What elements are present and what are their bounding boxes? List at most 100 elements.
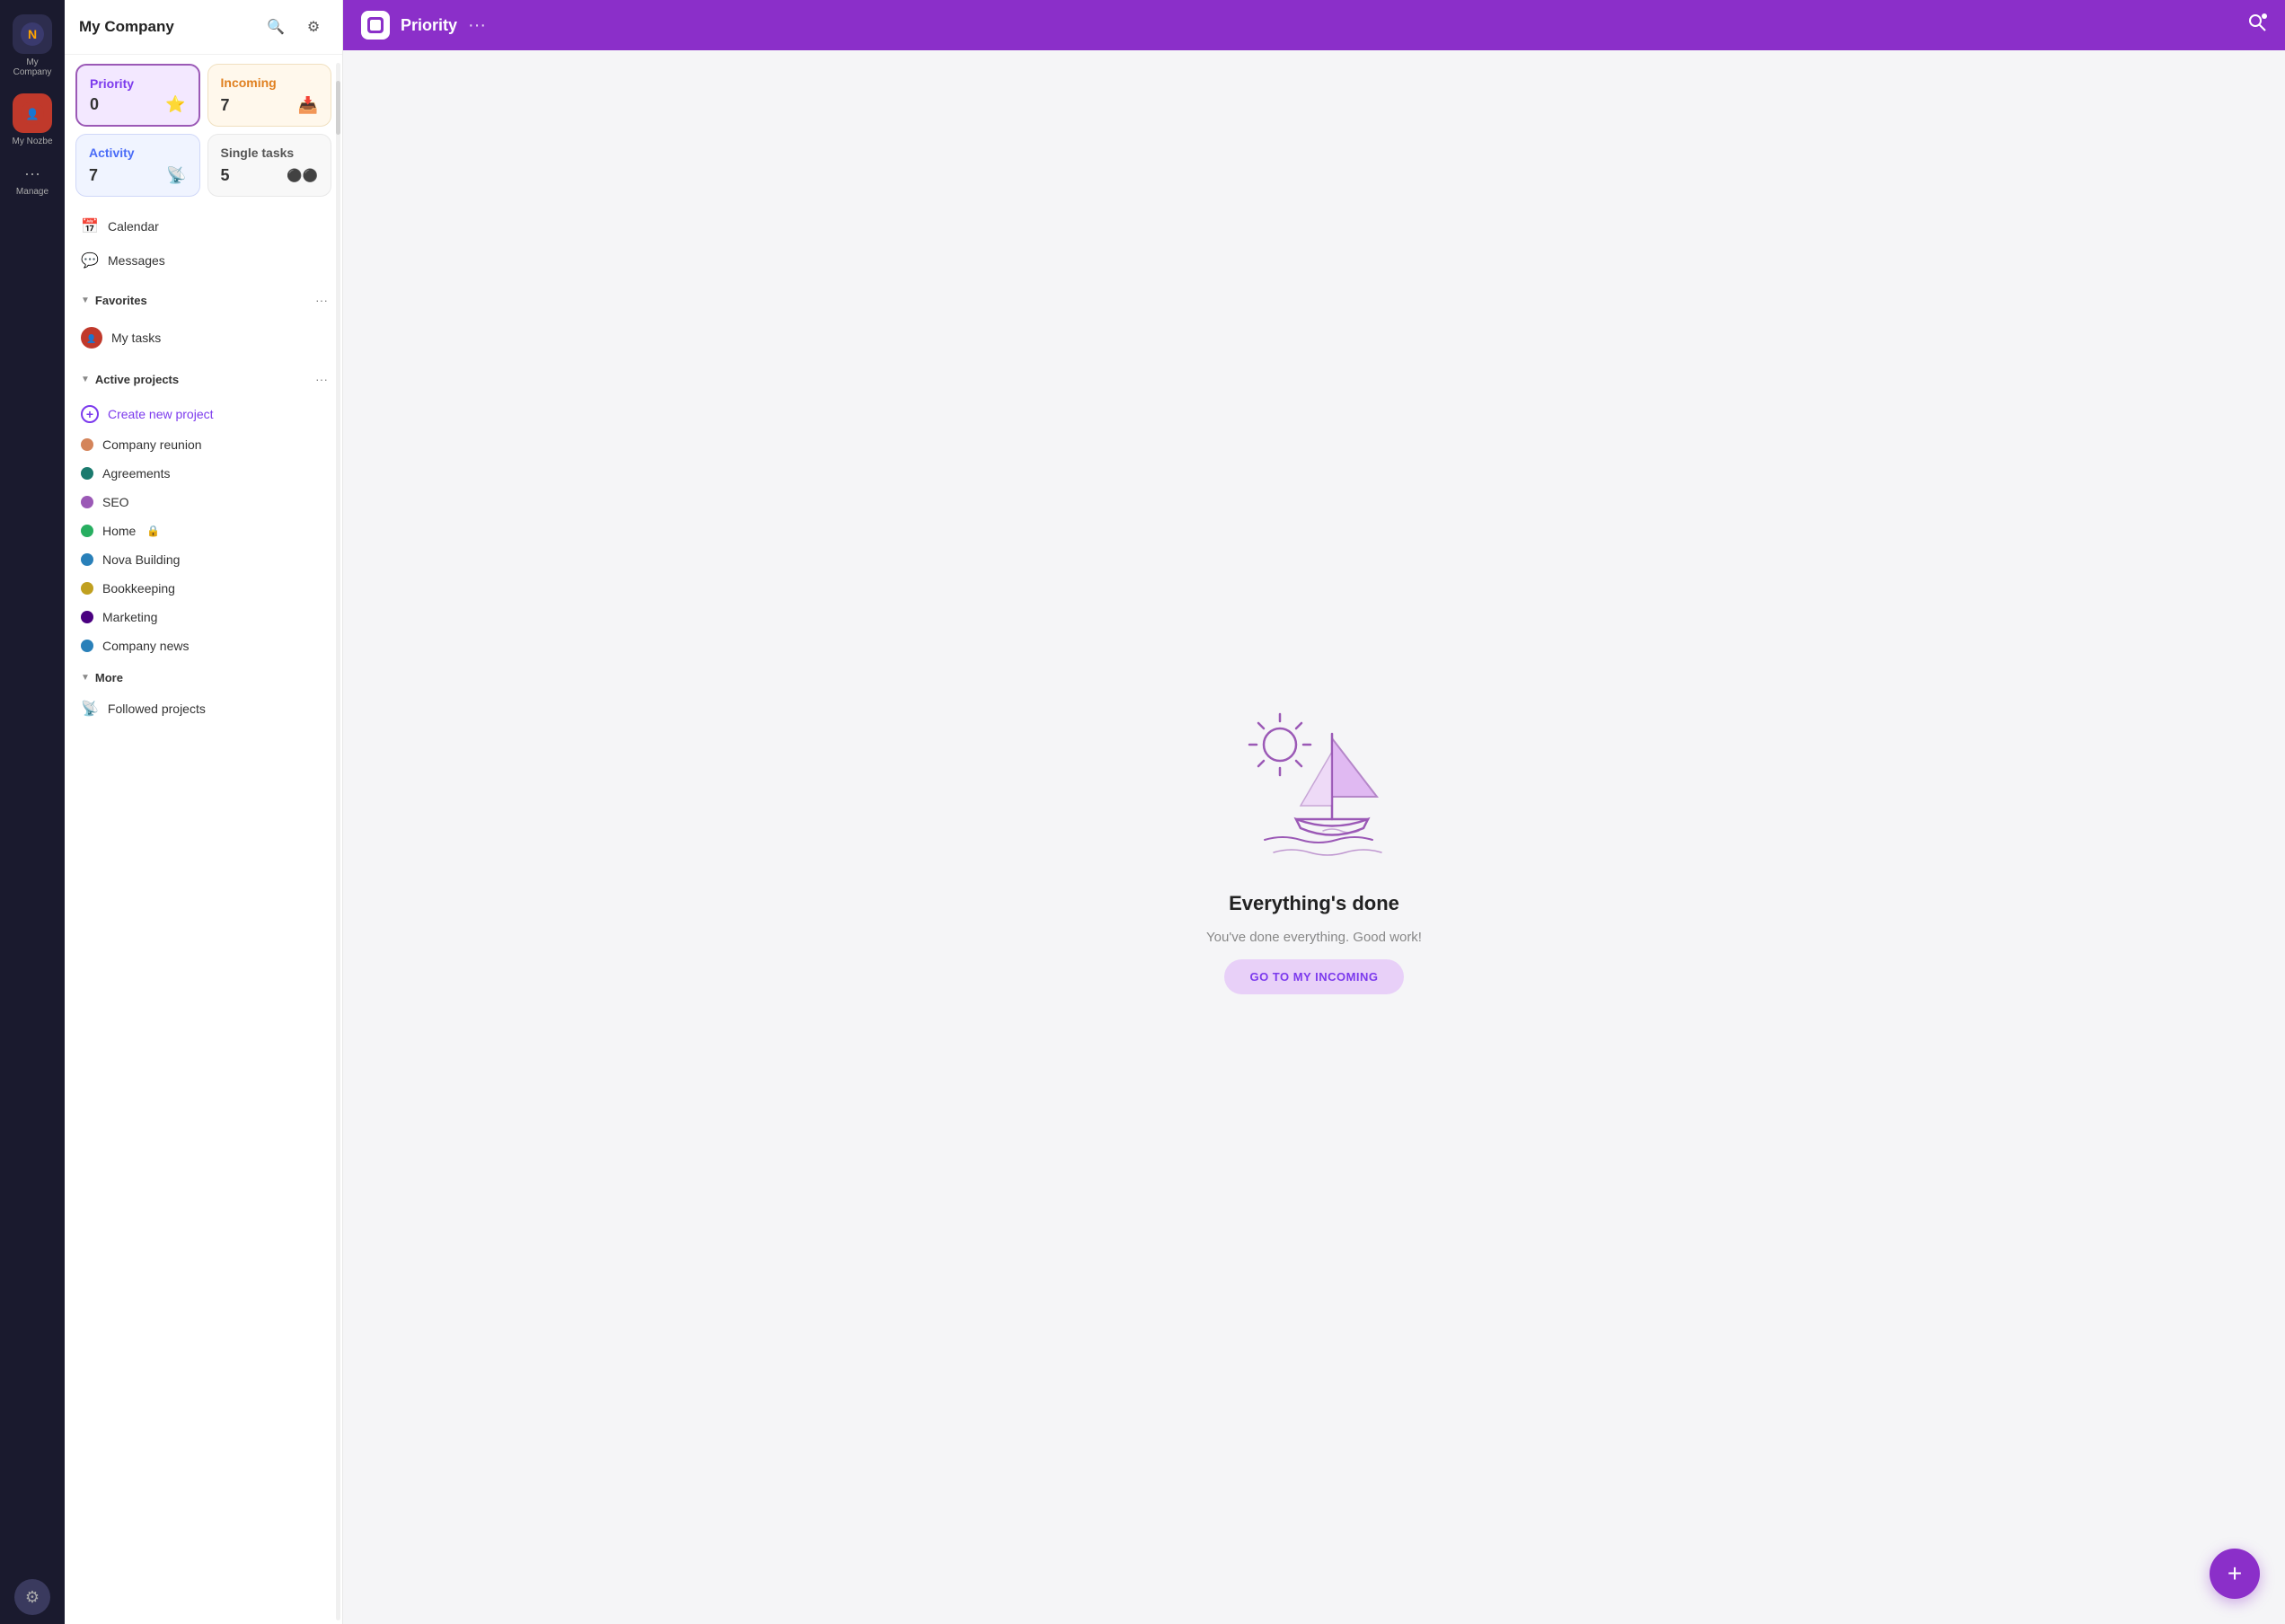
project-dot-seo [81, 496, 93, 508]
active-projects-more-button[interactable]: ··· [310, 367, 333, 391]
project-label-company-news: Company news [102, 639, 190, 653]
project-agreements[interactable]: Agreements [72, 459, 335, 488]
project-dot-bookkeeping [81, 582, 93, 595]
nav-item-my-tasks[interactable]: 👤 My tasks [72, 319, 335, 357]
project-nova-building[interactable]: Nova Building [72, 545, 335, 574]
topbar-left: Priority ··· [361, 11, 486, 40]
tile-priority-label: Priority [90, 76, 186, 91]
tiles-grid: Priority 0 ⭐ Incoming 7 📥 Activity 7 📡 [65, 55, 342, 206]
project-dot-nova-building [81, 553, 93, 566]
favorites-more-button[interactable]: ··· [310, 288, 333, 312]
project-dot-company-reunion [81, 438, 93, 451]
tile-incoming-footer: 7 📥 [221, 96, 319, 115]
sidebar-search-button[interactable]: 🔍 [261, 13, 290, 41]
tile-incoming-label: Incoming [221, 75, 319, 90]
project-label-home: Home [102, 524, 136, 538]
create-project-label: Create new project [108, 407, 214, 421]
scrollbar-thumb[interactable] [336, 81, 340, 135]
svg-text:N: N [28, 27, 37, 41]
project-company-news[interactable]: Company news [72, 631, 335, 660]
tile-activity-icon: 📡 [166, 166, 186, 185]
company-icon-item[interactable]: N My Company [5, 9, 59, 83]
empty-state-illustration [1215, 680, 1413, 878]
favorites-nav: 👤 My tasks [65, 315, 342, 360]
projects-nav: + Create new project Company reunion Agr… [65, 394, 342, 664]
project-home[interactable]: Home 🔒 [72, 516, 335, 545]
my-nozbe-icon-item[interactable]: 👤 My Nozbe [5, 88, 59, 152]
sidebar-header: My Company 🔍 ⚙ [65, 0, 342, 55]
sidebar-scroll-area: Priority 0 ⭐ Incoming 7 📥 Activity 7 📡 [65, 55, 342, 1624]
nav-item-followed-projects[interactable]: 📡 Followed projects [72, 692, 335, 726]
favorites-section-header[interactable]: ▼ Favorites ··· [65, 281, 342, 315]
project-bookkeeping[interactable]: Bookkeeping [72, 574, 335, 603]
messages-icon: 💬 [81, 252, 99, 269]
active-projects-section-header[interactable]: ▼ Active projects ··· [65, 360, 342, 394]
nav-item-messages[interactable]: 💬 Messages [72, 243, 335, 278]
icon-bar: N My Company 👤 My Nozbe ··· Manage ⚙ [0, 0, 65, 1624]
tile-single-tasks-label: Single tasks [221, 146, 319, 160]
topbar-right [2247, 13, 2267, 38]
tile-activity-label: Activity [89, 146, 187, 160]
sidebar-settings-button[interactable]: ⚙ [299, 13, 328, 41]
topbar: Priority ··· [343, 0, 2285, 50]
sidebar-header-icons: 🔍 ⚙ [261, 13, 328, 41]
nav-my-tasks-label: My tasks [111, 331, 161, 345]
topbar-title: Priority [401, 16, 457, 35]
sidebar-title: My Company [79, 18, 174, 36]
project-dot-company-news [81, 640, 93, 652]
project-company-reunion[interactable]: Company reunion [72, 430, 335, 459]
fab-add-button[interactable]: + [2210, 1549, 2260, 1599]
active-projects-chevron-icon: ▼ [81, 375, 90, 384]
manage-item[interactable]: ··· Manage [16, 164, 49, 197]
more-chevron-icon: ▼ [81, 673, 90, 683]
tile-incoming[interactable]: Incoming 7 📥 [207, 64, 332, 127]
icon-bar-bottom: ⚙ [14, 1579, 50, 1615]
empty-state-subtitle: You've done everything. Good work! [1206, 930, 1422, 945]
topbar-search-button[interactable] [2247, 13, 2267, 38]
topbar-logo [361, 11, 390, 40]
project-create-new[interactable]: + Create new project [72, 398, 335, 430]
project-seo[interactable]: SEO [72, 488, 335, 516]
favorites-chevron-icon: ▼ [81, 296, 90, 305]
calendar-icon: 📅 [81, 217, 99, 235]
project-marketing[interactable]: Marketing [72, 603, 335, 631]
project-dot-marketing [81, 611, 93, 623]
tile-priority[interactable]: Priority 0 ⭐ [75, 64, 200, 127]
home-lock-icon: 🔒 [146, 525, 160, 537]
more-nav: 📡 Followed projects [65, 688, 342, 729]
project-dot-home [81, 525, 93, 537]
project-dot-agreements [81, 467, 93, 480]
tile-activity[interactable]: Activity 7 📡 [75, 134, 200, 197]
empty-state-title: Everything's done [1229, 892, 1399, 915]
more-section-header[interactable]: ▼ More [65, 664, 342, 688]
sidebar: My Company 🔍 ⚙ Priority 0 ⭐ Incoming 7 📥 [65, 0, 343, 1624]
manage-label: Manage [16, 187, 49, 197]
settings-circle-icon[interactable]: ⚙ [14, 1579, 50, 1615]
project-label-marketing: Marketing [102, 610, 157, 624]
followed-projects-icon: 📡 [81, 700, 99, 718]
tile-priority-footer: 0 ⭐ [90, 95, 186, 114]
scroll-spacer [65, 729, 342, 765]
tile-activity-footer: 7 📡 [89, 166, 187, 185]
nav-calendar-label: Calendar [108, 219, 159, 234]
project-label-company-reunion: Company reunion [102, 437, 202, 452]
create-project-plus-icon: + [81, 405, 99, 423]
nav-messages-label: Messages [108, 253, 165, 268]
my-nozbe-avatar: 👤 [13, 93, 52, 133]
topbar-more-icon[interactable]: ··· [468, 15, 486, 36]
tile-single-tasks[interactable]: Single tasks 5 ⚫⚫ [207, 134, 332, 197]
project-label-agreements: Agreements [102, 466, 170, 481]
nav-item-calendar[interactable]: 📅 Calendar [72, 209, 335, 243]
tile-single-tasks-footer: 5 ⚫⚫ [221, 166, 319, 185]
active-projects-section-title: Active projects [95, 373, 179, 386]
tile-single-tasks-count: 5 [221, 166, 230, 185]
tile-priority-count: 0 [90, 95, 99, 114]
goto-incoming-button[interactable]: GO TO MY INCOMING [1224, 959, 1403, 994]
more-section-title: More [95, 671, 123, 684]
project-label-seo: SEO [102, 495, 129, 509]
nav-followed-projects-label: Followed projects [108, 702, 206, 716]
tile-activity-count: 7 [89, 166, 98, 185]
tile-incoming-icon: 📥 [298, 96, 318, 115]
tile-priority-icon: ⭐ [165, 95, 185, 114]
favorites-header-left: ▼ Favorites [81, 294, 147, 307]
